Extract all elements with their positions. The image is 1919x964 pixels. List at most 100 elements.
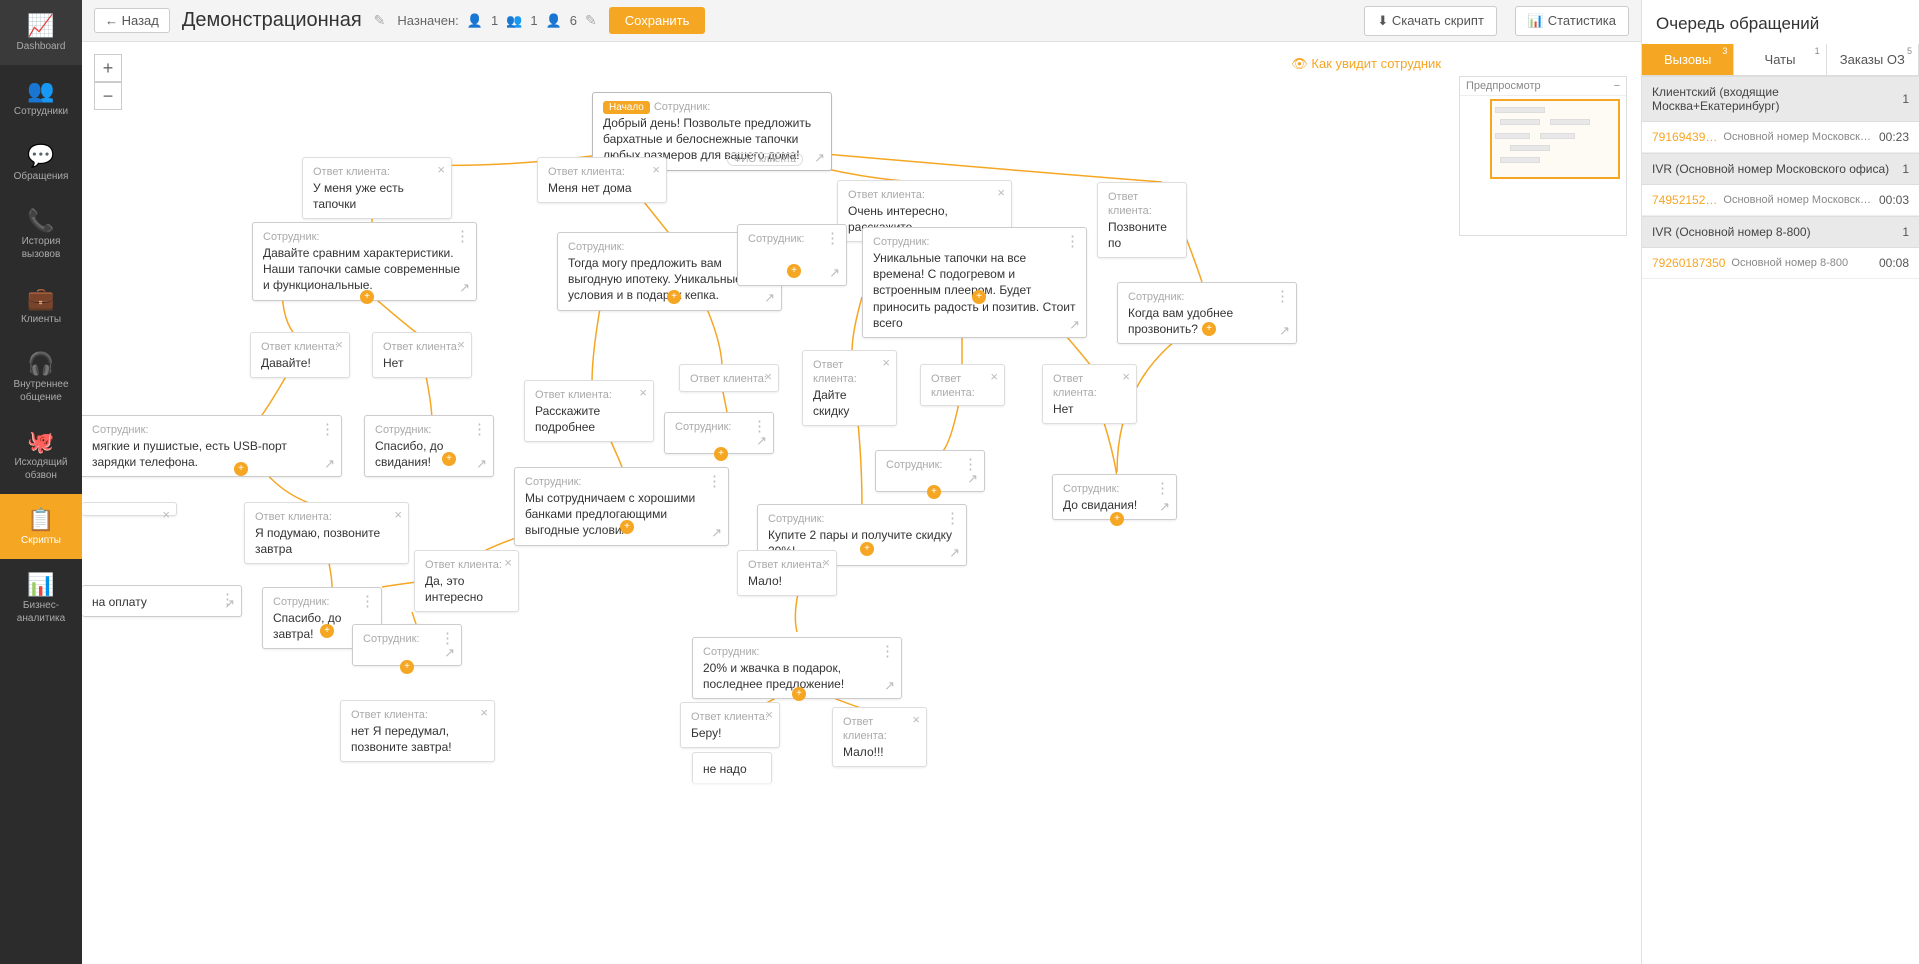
node-client[interactable]: Ответ клиента:Мало!×: [737, 550, 837, 596]
node-employee[interactable]: Сотрудник:Мы сотрудничаем с хорошими бан…: [514, 467, 729, 546]
more-icon[interactable]: ⋮: [455, 227, 470, 245]
node-client[interactable]: Ответ клиента:Нет×: [372, 332, 472, 378]
more-icon[interactable]: ⋮: [945, 509, 960, 527]
share-icon[interactable]: ↗: [476, 456, 487, 472]
queue-row[interactable]: 74952152…Основной номер Московского оф…0…: [1642, 185, 1919, 216]
share-icon[interactable]: ↗: [764, 290, 775, 306]
node-client[interactable]: Ответ клиента:×: [920, 364, 1005, 406]
close-icon[interactable]: ×: [1122, 369, 1130, 384]
save-button[interactable]: Сохранить: [609, 7, 706, 34]
preview-as-employee-link[interactable]: 👁 Как увидит сотрудник: [1291, 56, 1441, 72]
node-client[interactable]: Ответ клиента:нет Я передумал, позвоните…: [340, 700, 495, 762]
close-icon[interactable]: ×: [912, 712, 920, 727]
node-client[interactable]: не надо: [692, 752, 772, 783]
more-icon[interactable]: ⋮: [1275, 287, 1290, 305]
edit-assign-icon[interactable]: ✎: [585, 12, 597, 29]
fio-chip[interactable]: ФИО клиента: [727, 153, 803, 166]
zoom-in-button[interactable]: +: [94, 54, 122, 82]
close-icon[interactable]: ×: [480, 705, 488, 720]
share-icon[interactable]: ↗: [1279, 323, 1290, 339]
close-icon[interactable]: ×: [764, 369, 772, 384]
queue-row[interactable]: 79169439…Основной номер Московского офи……: [1642, 122, 1919, 153]
tab-chats[interactable]: Чаты1: [1734, 44, 1826, 75]
share-icon[interactable]: ↗: [829, 265, 840, 281]
close-icon[interactable]: ×: [882, 355, 890, 370]
close-icon[interactable]: ×: [457, 337, 465, 352]
close-icon[interactable]: ×: [822, 555, 830, 570]
node-client[interactable]: Ответ клиента:Да, это интересно×: [414, 550, 519, 612]
more-icon[interactable]: ⋮: [360, 592, 375, 610]
node-employee[interactable]: Сотрудник:мягкие и пушистые, есть USB-по…: [82, 415, 342, 477]
queue-header[interactable]: Клиентский (входящие Москва+Екатеринбург…: [1642, 76, 1919, 122]
plus-icon[interactable]: +: [620, 520, 634, 534]
plus-icon[interactable]: +: [927, 485, 941, 499]
sidebar-item-requests[interactable]: 💬Обращения: [0, 130, 82, 195]
node-client[interactable]: Ответ клиента:Дайте скидку×: [802, 350, 897, 426]
plus-icon[interactable]: +: [360, 290, 374, 304]
close-icon[interactable]: ×: [997, 185, 1005, 200]
more-icon[interactable]: ⋮: [707, 472, 722, 490]
tab-orders[interactable]: Заказы ОЗ5: [1827, 44, 1919, 75]
share-icon[interactable]: ↗: [324, 456, 335, 472]
node-client[interactable]: Ответ клиента:Я подумаю, позвоните завтр…: [244, 502, 409, 564]
share-icon[interactable]: ↗: [1069, 317, 1080, 333]
sidebar-item-outbound[interactable]: 🐙Исходящий обзвон: [0, 416, 82, 494]
plus-icon[interactable]: +: [667, 290, 681, 304]
share-icon[interactable]: ↗: [949, 545, 960, 561]
close-icon[interactable]: ×: [990, 369, 998, 384]
share-icon[interactable]: ↗: [459, 280, 470, 296]
plus-icon[interactable]: +: [320, 624, 334, 638]
plus-icon[interactable]: +: [234, 462, 248, 476]
node-employee[interactable]: Сотрудник:Уникальные тапочки на все врем…: [862, 227, 1087, 338]
tab-calls[interactable]: Вызовы3: [1642, 44, 1734, 75]
sidebar-item-scripts[interactable]: 📋Скрипты: [0, 494, 82, 559]
node-client[interactable]: Ответ клиента:Нет×: [1042, 364, 1137, 424]
edit-icon[interactable]: ✎: [374, 12, 386, 29]
close-icon[interactable]: ×: [162, 507, 170, 522]
minimap[interactable]: Предпросмотр−: [1459, 76, 1627, 236]
more-icon[interactable]: ⋮: [1155, 479, 1170, 497]
sidebar-item-history[interactable]: 📞История вызовов: [0, 195, 82, 273]
node-client[interactable]: Ответ клиента:Мало!!!×: [832, 707, 927, 767]
node-employee[interactable]: на оплату⋮↗: [82, 585, 242, 617]
sidebar-item-internal[interactable]: 🎧Внутреннее общение: [0, 338, 82, 416]
more-icon[interactable]: ⋮: [1065, 232, 1080, 250]
share-icon[interactable]: ↗: [444, 645, 455, 661]
sidebar-item-analytics[interactable]: 📊Бизнес-аналитика: [0, 559, 82, 637]
more-icon[interactable]: ⋮: [825, 229, 840, 247]
share-icon[interactable]: ↗: [814, 150, 825, 166]
node-client[interactable]: Ответ клиента:У меня уже есть тапочки×: [302, 157, 452, 219]
queue-header[interactable]: IVR (Основной номер 8-800)1: [1642, 216, 1919, 248]
queue-header[interactable]: IVR (Основной номер Московского офиса)1: [1642, 153, 1919, 185]
node-client[interactable]: Ответ клиента:Позвоните по: [1097, 182, 1187, 258]
more-icon[interactable]: ⋮: [880, 642, 895, 660]
close-icon[interactable]: ×: [504, 555, 512, 570]
queue-row[interactable]: 79260187350Основной номер 8-80000:08: [1642, 248, 1919, 279]
share-icon[interactable]: ↗: [967, 471, 978, 487]
share-icon[interactable]: ↗: [711, 525, 722, 541]
download-button[interactable]: ⬇ Скачать скрипт: [1364, 6, 1497, 36]
close-icon[interactable]: ×: [639, 385, 647, 400]
more-icon[interactable]: ⋮: [472, 420, 487, 438]
plus-icon[interactable]: +: [792, 687, 806, 701]
node-employee[interactable]: Сотрудник:Давайте сравним характеристики…: [252, 222, 477, 301]
plus-icon[interactable]: +: [714, 447, 728, 461]
close-icon[interactable]: ×: [394, 507, 402, 522]
node-client[interactable]: Ответ клиента:Расскажите подробнее×: [524, 380, 654, 442]
share-icon[interactable]: ↗: [224, 596, 235, 612]
share-icon[interactable]: ↗: [1159, 499, 1170, 515]
share-icon[interactable]: ↗: [884, 678, 895, 694]
node-client[interactable]: Ответ клиента:×: [679, 364, 779, 392]
plus-icon[interactable]: +: [972, 290, 986, 304]
back-button[interactable]: ← Назад: [94, 8, 170, 33]
close-icon[interactable]: ×: [335, 337, 343, 352]
close-icon[interactable]: ×: [652, 162, 660, 177]
script-canvas[interactable]: + − 👁 Как увидит сотрудник Предпросмотр−: [82, 42, 1641, 964]
node-employee[interactable]: Сотрудник:Спасибо, до свидания!⋮↗: [364, 415, 494, 477]
node-client[interactable]: Ответ клиента:Давайте!×: [250, 332, 350, 378]
plus-icon[interactable]: +: [1202, 322, 1216, 336]
node-client[interactable]: Ответ клиента:Меня нет дома×: [537, 157, 667, 203]
stats-button[interactable]: 📊 Статистика: [1515, 6, 1629, 36]
node-client[interactable]: Ответ клиента:Беру!×: [680, 702, 780, 748]
minimize-icon[interactable]: −: [1614, 80, 1620, 92]
